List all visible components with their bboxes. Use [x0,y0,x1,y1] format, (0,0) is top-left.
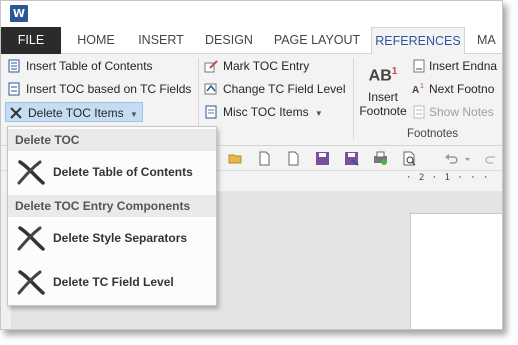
insert-endnote-button[interactable]: Insert Endna [412,56,497,76]
footnotes-group-label: Footnotes [407,128,459,140]
insert-footnote-line2: Footnote [359,104,407,119]
chevron-down-icon: ▼ [314,109,323,118]
mark-toc-entry-label: Mark TOC Entry [223,59,310,73]
word-window: W FILE HOME INSERT DESIGN PAGE LAYOUT RE… [0,0,503,330]
delete-x-icon [17,226,45,251]
tab-design[interactable]: DESIGN [199,27,259,54]
word-app-icon[interactable]: W [10,5,31,22]
insert-toc-tc-label: Insert TOC based on TC Fields [26,82,192,96]
document-page[interactable] [410,213,502,329]
next-footnote-label: Next Footno [429,82,495,96]
horizontal-ruler[interactable]: · 2 · 1 · · · [406,173,502,189]
undo-icon[interactable] [444,151,459,166]
menu-section-header: Delete TOC [8,129,216,151]
menu-item-label: Delete Table of Contents [53,165,193,179]
print-preview-icon[interactable] [402,151,417,166]
insert-toc-label: Insert Table of Contents [26,59,153,73]
tab-file[interactable]: FILE [1,27,61,54]
delete-toc-items-menu: Delete TOC Delete Table of Contents Dele… [7,126,217,306]
show-notes-icon [413,105,425,119]
document-icon[interactable] [286,151,301,166]
new-document-icon[interactable] [257,151,272,166]
change-tc-level-button[interactable]: Change TC Field Level [204,79,346,99]
misc-items-icon [205,105,217,119]
svg-text:1: 1 [420,83,424,90]
open-folder-icon[interactable] [228,151,243,166]
menu-section-header: Delete TOC Entry Components [8,195,216,217]
change-level-icon [204,83,217,95]
menu-item-delete-toc[interactable]: Delete Table of Contents [8,151,216,193]
footnote-ab-icon: AB1 [368,66,398,85]
delete-toc-items-label: Delete TOC Items [28,106,124,120]
tab-home[interactable]: HOME [69,27,123,54]
toc-doc-icon [8,59,20,73]
insert-footnote-line1: Insert [367,90,398,105]
group-divider [353,58,354,140]
save-as-icon[interactable] [344,151,359,166]
delete-x-icon [10,107,22,119]
misc-toc-items-label: Misc TOC Items [223,105,309,119]
endnote-icon [413,59,425,73]
show-notes-button[interactable]: Show Notes [412,102,494,122]
ribbon-tab-bar: FILE HOME INSERT DESIGN PAGE LAYOUT REFE… [1,27,502,55]
menu-item-label: Delete Style Separators [53,231,188,245]
change-tc-level-label: Change TC Field Level [223,82,346,96]
next-footnote-button[interactable]: A 1 Next Footno [412,79,494,99]
mark-toc-entry-button[interactable]: Mark TOC Entry [204,56,309,76]
svg-text:A: A [412,85,419,96]
tab-page-layout[interactable]: PAGE LAYOUT [269,27,365,54]
menu-item-delete-separators[interactable]: Delete Style Separators [8,217,216,259]
insert-toc-tc-button[interactable]: Insert TOC based on TC Fields [7,79,191,99]
menu-item-delete-tc-level[interactable]: Delete TC Field Level [8,261,216,303]
insert-endnote-label: Insert Endna [429,59,498,73]
delete-x-icon [17,270,45,295]
insert-toc-button[interactable]: Insert Table of Contents [7,56,153,76]
redo-icon[interactable] [483,151,498,166]
insert-footnote-button[interactable]: AB1 Insert Footnote [357,62,409,118]
tab-references[interactable]: REFERENCES [371,27,465,55]
misc-toc-items-button[interactable]: Misc TOC Items ▼ [204,102,323,122]
delete-x-icon [17,160,45,185]
mark-entry-icon [204,60,218,73]
tab-insert[interactable]: INSERT [131,27,191,54]
tab-mailings[interactable]: MA [471,27,502,54]
toc-fields-icon [8,82,20,96]
save-icon[interactable] [315,151,330,166]
print-icon[interactable] [373,151,388,166]
show-notes-label: Show Notes [429,105,494,119]
chevron-down-icon: ▼ [129,110,138,119]
delete-toc-items-button[interactable]: Delete TOC Items ▼ [5,102,143,122]
next-footnote-icon: A 1 [412,83,424,96]
menu-item-label: Delete TC Field Level [53,275,174,289]
undo-dropdown-icon[interactable] [463,151,472,166]
title-bar: W [1,1,502,27]
